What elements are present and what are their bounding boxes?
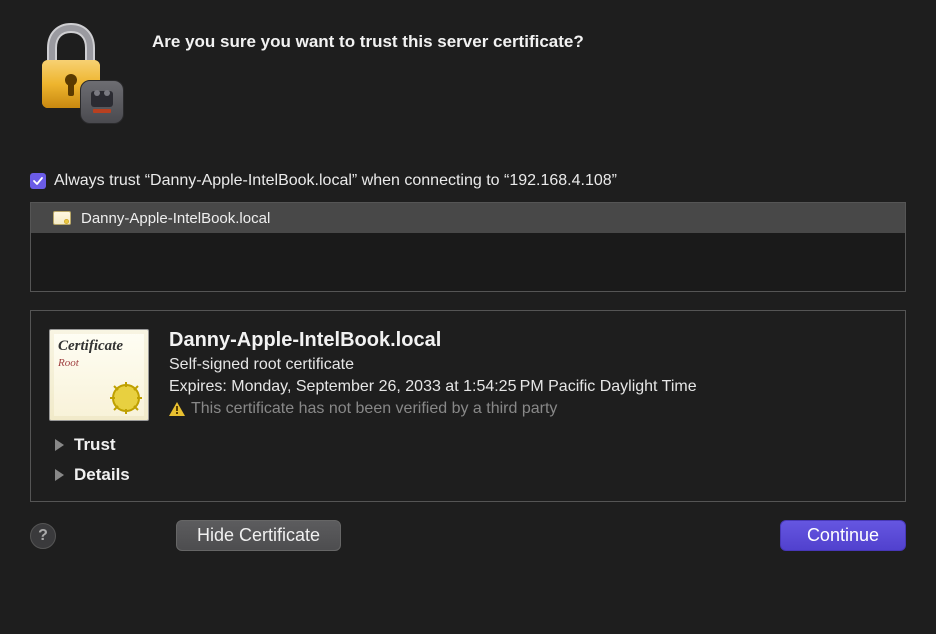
always-trust-label: Always trust “Danny-Apple-IntelBook.loca… xyxy=(54,172,617,190)
certificate-small-icon xyxy=(53,211,71,225)
seal-icon xyxy=(110,382,142,414)
dialog-title: Are you sure you want to trust this serv… xyxy=(152,32,584,52)
certificate-icon-subtitle: Root xyxy=(58,357,140,369)
certificate-expiry: Expires: Monday, September 26, 2033 at 1… xyxy=(169,378,697,396)
lock-app-icon xyxy=(30,22,120,122)
certificate-list-item[interactable]: Danny-Apple-IntelBook.local xyxy=(31,203,905,233)
help-button[interactable]: ? xyxy=(30,523,56,549)
trust-label: Trust xyxy=(74,435,116,455)
certificate-chain-list[interactable]: Danny-Apple-IntelBook.local xyxy=(30,202,906,292)
always-trust-checkbox[interactable] xyxy=(30,173,46,189)
always-trust-row[interactable]: Always trust “Danny-Apple-IntelBook.loca… xyxy=(30,172,906,190)
details-disclosure[interactable]: Details xyxy=(49,463,887,487)
warning-icon xyxy=(169,402,185,416)
hide-certificate-button[interactable]: Hide Certificate xyxy=(176,520,341,551)
certificate-warning-text: This certificate has not been verified b… xyxy=(191,400,557,418)
disclosure-triangle-icon xyxy=(55,469,64,481)
trust-disclosure[interactable]: Trust xyxy=(49,433,887,457)
details-label: Details xyxy=(74,465,130,485)
certificate-list-item-name: Danny-Apple-IntelBook.local xyxy=(81,210,270,227)
certificate-icon-title: Certificate xyxy=(58,338,140,355)
checkmark-icon xyxy=(32,175,44,187)
certificate-large-icon: Certificate Root xyxy=(49,329,149,421)
certificate-name: Danny-Apple-IntelBook.local xyxy=(169,329,697,352)
disclosure-triangle-icon xyxy=(55,439,64,451)
continue-button[interactable]: Continue xyxy=(780,520,906,551)
certificate-type: Self-signed root certificate xyxy=(169,356,697,374)
app-badge-icon xyxy=(80,80,124,124)
certificate-details-panel: Certificate Root Danny-Apple-IntelBook.l… xyxy=(30,310,906,502)
